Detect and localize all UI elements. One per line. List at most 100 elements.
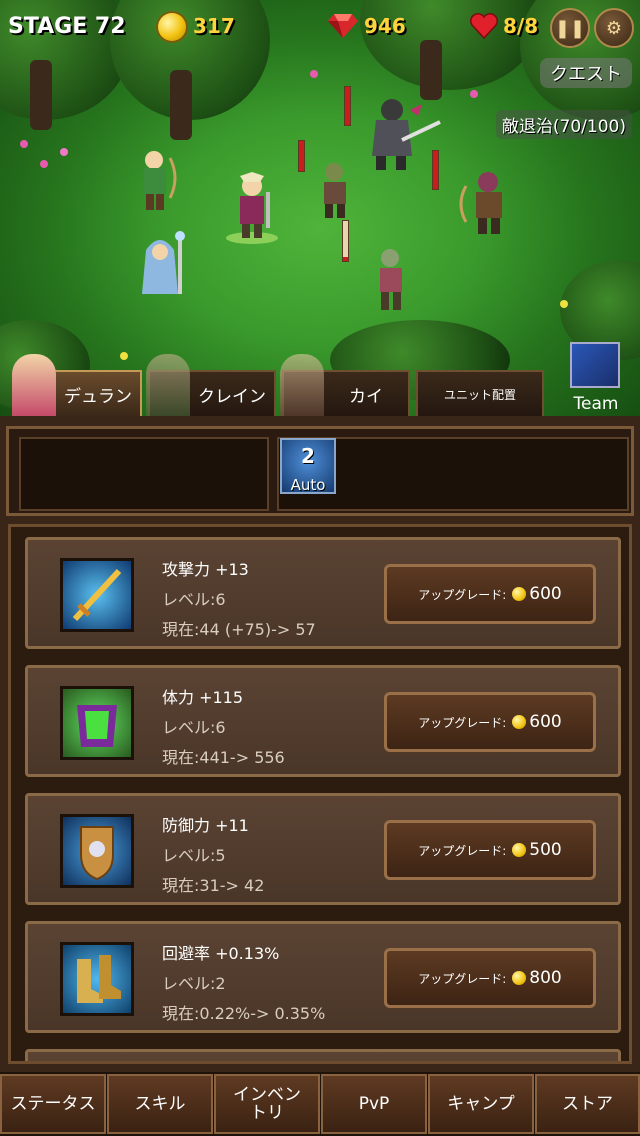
enemy-hp-bar	[344, 86, 351, 126]
upgrade-button[interactable]: アップグレード: 800	[384, 948, 596, 1008]
flower	[470, 90, 478, 98]
upgrade-card-evasion: 回避率 +0.13% レベル:2 現在:0.22%-> 0.35% アップグレー…	[25, 921, 621, 1033]
stat-current: 現在:44 (+75)-> 57	[162, 620, 316, 639]
nav-inventory[interactable]: インベントリ	[214, 1074, 320, 1134]
upgrade-button[interactable]: アップグレード: 500	[384, 820, 596, 880]
gold-coin-icon	[512, 843, 527, 857]
gear-icon: ⚙	[605, 17, 623, 39]
tab-duran[interactable]: デュラン	[12, 354, 142, 416]
flower	[20, 140, 28, 148]
team-flag-icon	[570, 342, 620, 388]
nav-store[interactable]: ストア	[535, 1074, 640, 1134]
gold-coin-icon	[512, 971, 527, 985]
lives-count: 8/8	[503, 14, 539, 38]
ruby-gem-icon	[328, 14, 358, 38]
enemy-hp-bar	[298, 140, 305, 172]
stat-level: レベル:2	[162, 974, 226, 993]
hero-tabs: デュラン クレイン カイ ユニット配置	[0, 354, 640, 416]
orc-archer-enemy-sprite	[459, 172, 502, 234]
nav-camp[interactable]: キャンプ	[428, 1074, 534, 1134]
flower	[60, 148, 68, 156]
nav-label: インベントリ	[233, 1085, 301, 1123]
hero-portrait	[146, 354, 190, 416]
stat-current: 現在:0.22%-> 0.35%	[162, 1004, 326, 1023]
stat-current: 現在:441-> 556	[162, 748, 285, 767]
dark-knight-enemy-sprite	[372, 99, 441, 170]
boots-icon	[60, 942, 134, 1016]
tab-label: デュラン	[64, 386, 132, 407]
upgrade-label: アップグレード:	[418, 587, 507, 602]
armor-icon	[60, 686, 134, 760]
nav-pvp[interactable]: PvP	[321, 1074, 427, 1134]
tab-crane[interactable]: クレイン	[146, 354, 276, 416]
team-label: Team	[573, 394, 619, 414]
archer-ally-sprite	[144, 151, 177, 210]
gem-count: 946	[364, 14, 406, 38]
gold-count: 317	[193, 14, 235, 38]
empty-skill-slot[interactable]	[19, 437, 269, 511]
pause-icon: ❚❚	[554, 17, 586, 39]
upgrade-cost: 600	[529, 712, 562, 732]
settings-button[interactable]: ⚙	[594, 8, 634, 48]
stat-level: レベル:6	[162, 718, 226, 737]
upgrade-label: アップグレード:	[418, 715, 507, 730]
upgrade-card-partial	[25, 1049, 621, 1061]
mage-ally-sprite	[142, 231, 185, 294]
auto-skill-level: 2	[301, 444, 315, 468]
enemy-hp-bar	[432, 150, 439, 190]
stat-title: 体力 +115	[162, 688, 244, 707]
gold-coin-icon	[512, 587, 527, 601]
stat-title: 防御力 +11	[162, 816, 249, 835]
upgrade-button[interactable]: アップグレード: 600	[384, 564, 596, 624]
quest-button[interactable]: クエスト	[540, 58, 632, 88]
quest-progress: 敵退治(70/100)	[495, 110, 632, 139]
nav-label: PvP	[358, 1094, 390, 1114]
top-hud: STAGE 72 317 946 8/8 ❚❚ ⚙	[0, 0, 640, 54]
stat-title: 回避率 +0.13%	[162, 944, 280, 963]
bottom-nav: ステータス スキル インベントリ PvP キャンプ ストア	[0, 1072, 640, 1136]
tab-unit-placement[interactable]: ユニット配置	[416, 370, 544, 416]
nav-label: ストア	[562, 1094, 613, 1114]
flower	[560, 300, 568, 308]
stat-current: 現在:31-> 42	[162, 876, 265, 895]
upgrade-cost: 600	[529, 584, 562, 604]
stat-level: レベル:6	[162, 590, 226, 609]
tab-label: クレイン	[198, 386, 266, 407]
upgrade-card-defense: 防御力 +11 レベル:5 現在:31-> 42 アップグレード: 500	[25, 793, 621, 905]
hero-duran-sprite	[226, 172, 278, 244]
tab-kai[interactable]: カイ	[280, 354, 410, 416]
gold-coin-icon	[512, 715, 527, 729]
upgrade-cost: 500	[529, 840, 562, 860]
tree-trunk	[170, 70, 192, 140]
auto-skill-label: Auto	[290, 476, 326, 494]
upgrade-label: アップグレード:	[418, 843, 507, 858]
upgrade-panel: 2 Auto 攻撃力 +13 レベル:6 現在:44 (+75)-> 57 アッ…	[0, 416, 640, 1072]
goblin-enemy-sprite	[324, 163, 346, 218]
tree-trunk	[30, 60, 52, 130]
nav-label: ステータス	[10, 1094, 96, 1114]
heart-icon	[470, 13, 498, 39]
upgrade-card-attack: 攻撃力 +13 レベル:6 現在:44 (+75)-> 57 アップグレード: …	[25, 537, 621, 649]
upgrade-button[interactable]: アップグレード: 600	[384, 692, 596, 752]
nav-label: スキル	[134, 1094, 186, 1114]
stat-level: レベル:5	[162, 846, 226, 865]
upgrade-list[interactable]: 攻撃力 +13 レベル:6 現在:44 (+75)-> 57 アップグレード: …	[8, 524, 632, 1064]
team-button[interactable]: Team	[560, 332, 632, 416]
tab-label: ユニット配置	[443, 387, 516, 402]
upgrade-label: アップグレード:	[418, 971, 507, 986]
nav-skill[interactable]: スキル	[107, 1074, 213, 1134]
flower	[310, 70, 318, 78]
gold-coin-icon	[158, 13, 186, 41]
nav-status[interactable]: ステータス	[0, 1074, 106, 1134]
hero-portrait	[280, 354, 324, 416]
auto-skill-button[interactable]: 2 Auto	[280, 438, 336, 494]
stage-label: STAGE 72	[8, 14, 126, 39]
upgrade-cost: 800	[529, 968, 562, 988]
nav-label: キャンプ	[447, 1094, 515, 1114]
pause-button[interactable]: ❚❚	[550, 8, 590, 48]
enemy-hp-bar	[342, 220, 349, 262]
hero-portrait	[12, 354, 56, 416]
zombie-enemy-sprite	[380, 249, 402, 310]
flower	[40, 160, 48, 168]
tab-label: カイ	[349, 386, 383, 407]
